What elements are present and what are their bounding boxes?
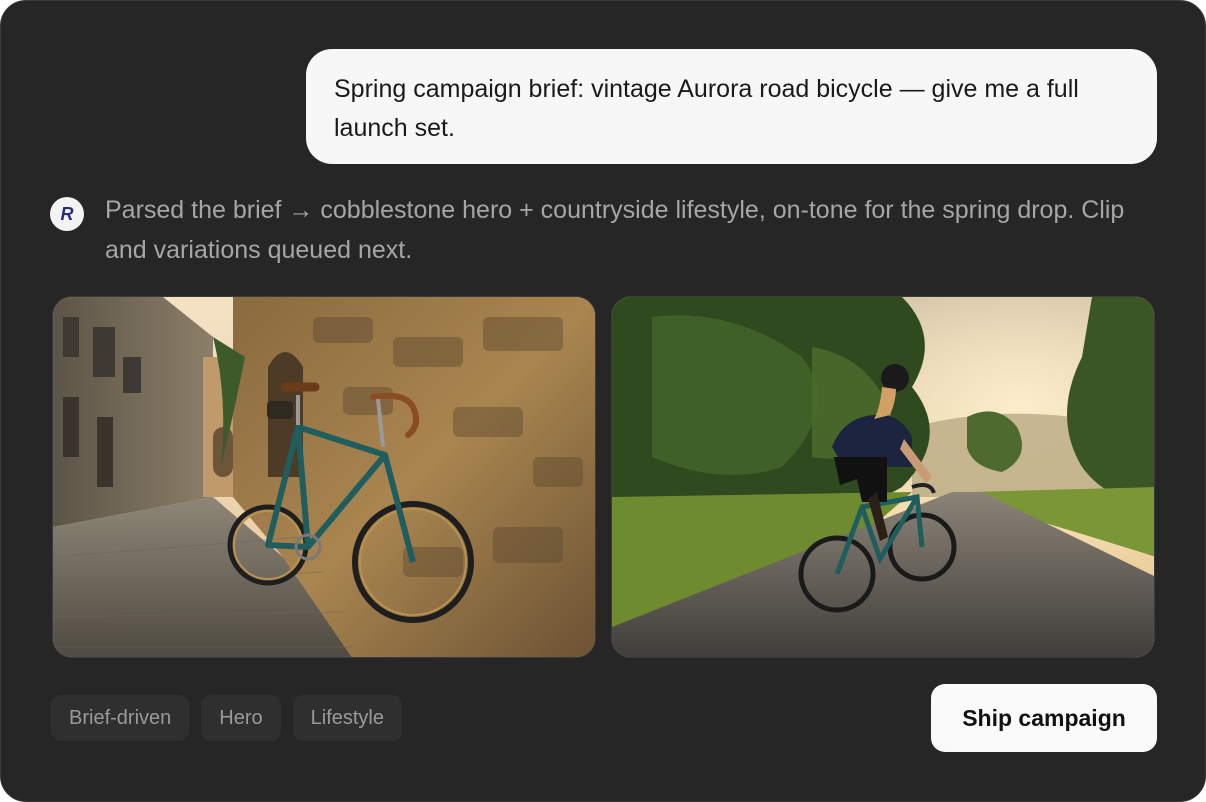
lifestyle-cyclist-image [612, 297, 1154, 657]
tag-brief-driven[interactable]: Brief-driven [51, 695, 190, 741]
user-message-text: Spring campaign brief: vintage Aurora ro… [334, 75, 1079, 142]
hero-image[interactable] [52, 296, 596, 658]
ship-campaign-button[interactable]: Ship campaign [931, 684, 1157, 752]
chat-panel: Spring campaign brief: vintage Aurora ro… [0, 0, 1206, 802]
lifestyle-image[interactable] [611, 296, 1155, 658]
assistant-avatar: R [50, 197, 84, 231]
tag-lifestyle[interactable]: Lifestyle [292, 695, 402, 741]
tag-list: Brief-driven Hero Lifestyle [51, 695, 402, 741]
user-message-bubble: Spring campaign brief: vintage Aurora ro… [306, 49, 1157, 164]
assistant-logo-icon: R [61, 204, 74, 224]
assistant-message-text: Parsed the brief → cobblestone hero + co… [105, 196, 1125, 264]
assistant-avatar-letter: R [61, 204, 74, 224]
hero-bicycle-image [53, 297, 595, 657]
tag-hero[interactable]: Hero [201, 695, 281, 741]
